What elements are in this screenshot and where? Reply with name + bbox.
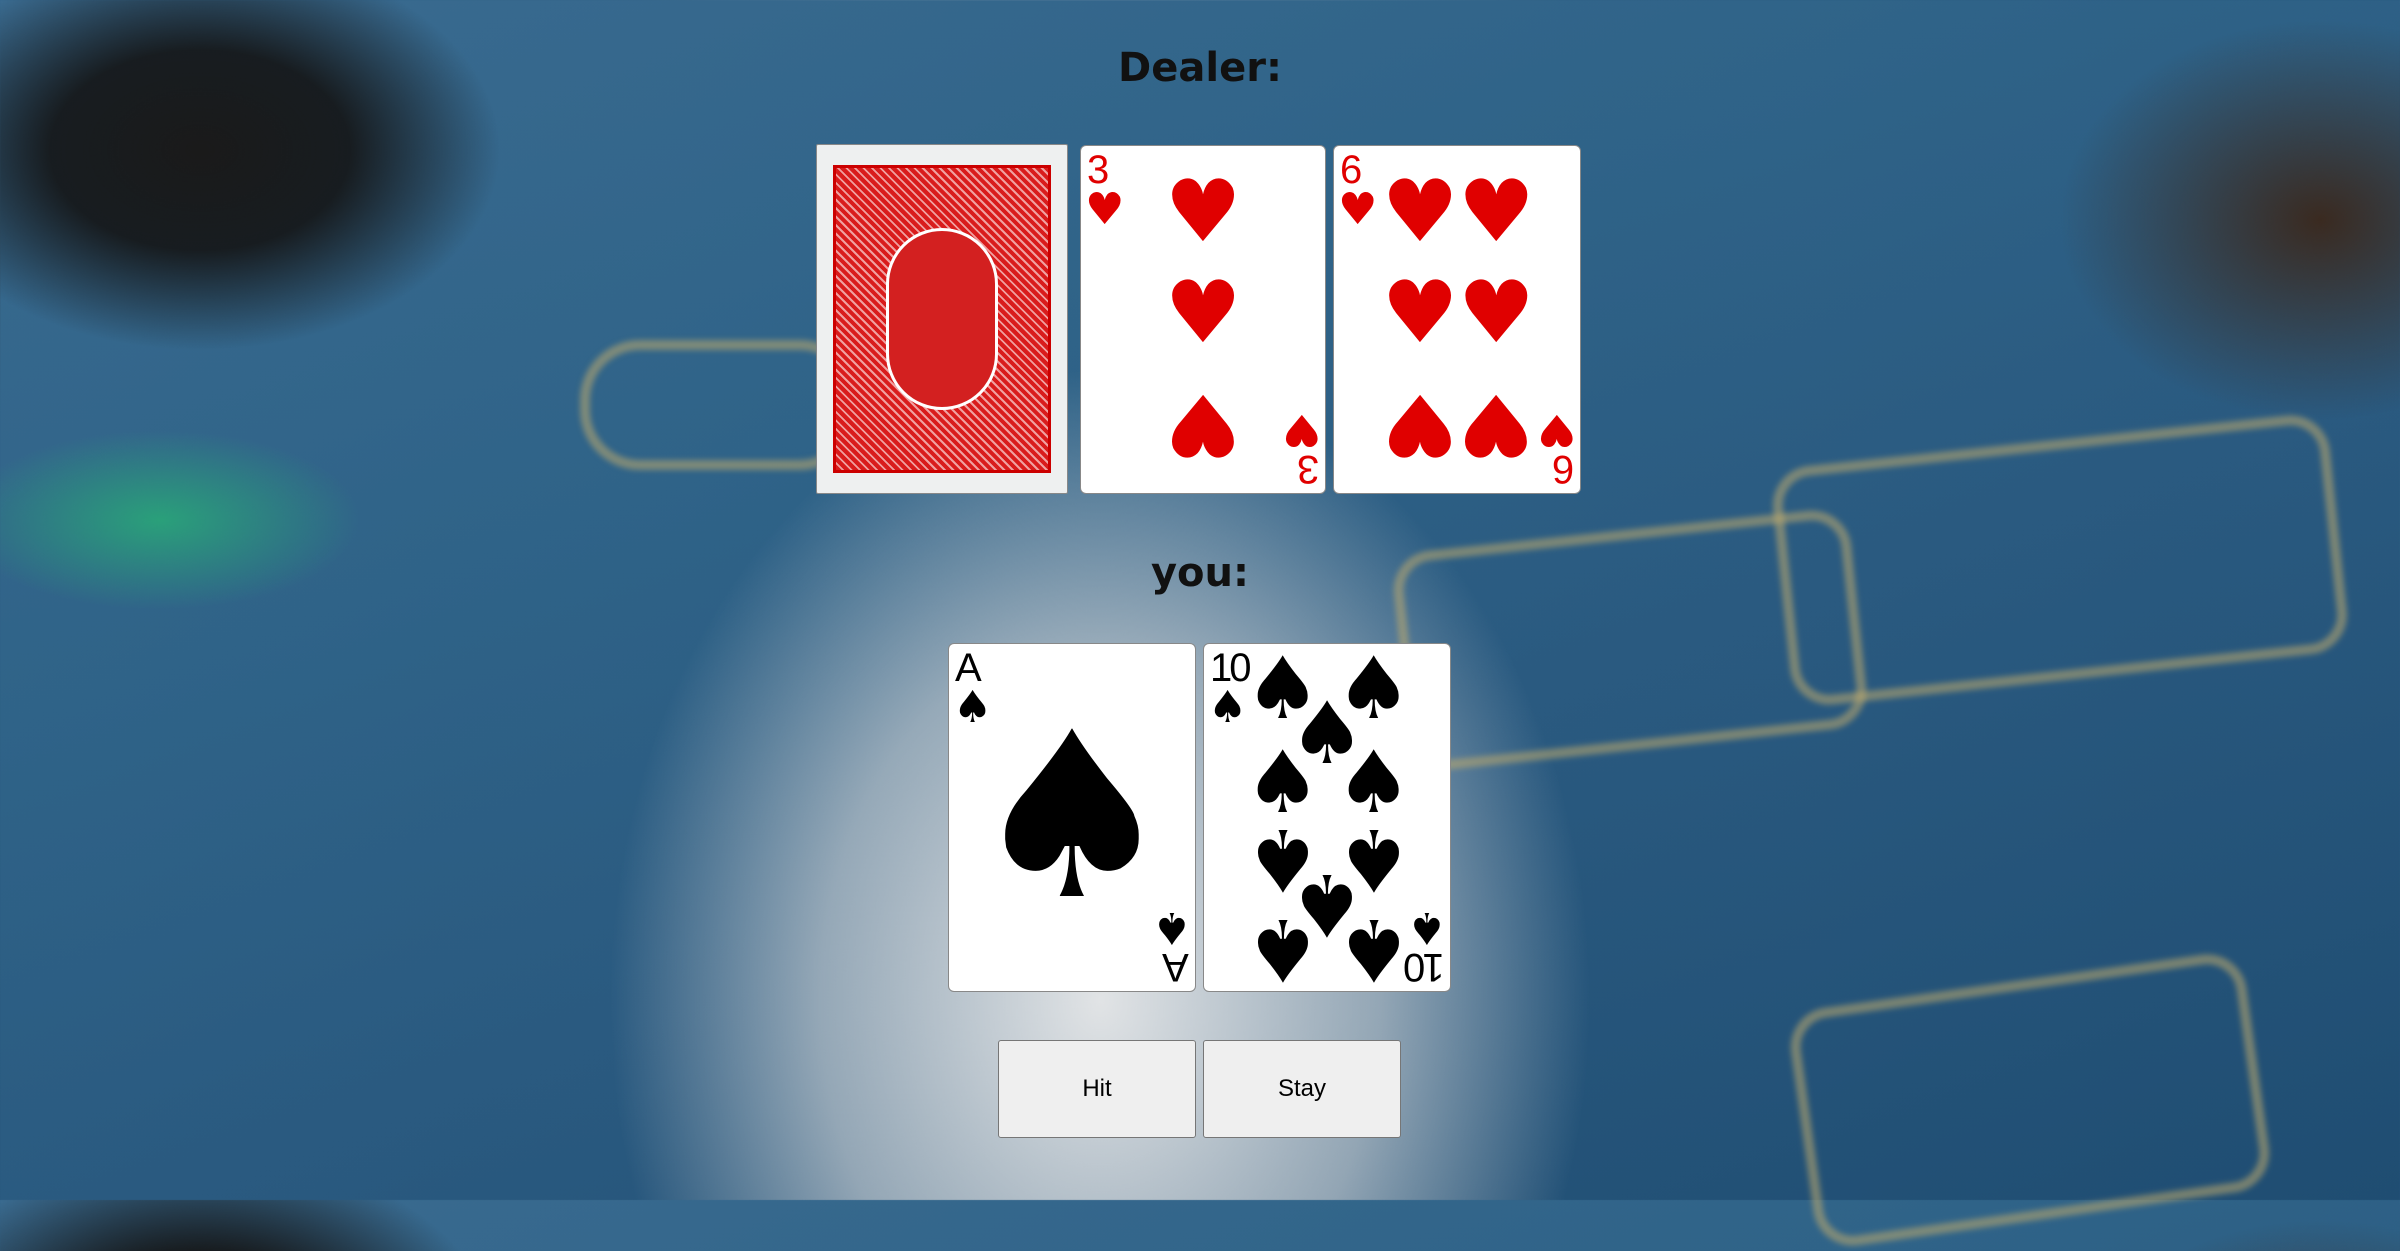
player-card-10-spades: 10 ♠ ♠ ♠ ♠ ♠ ♠ ♠ ♠ ♠ ♠ ♠ ♠ 10 [1203,643,1451,992]
table-marking [1389,506,1871,774]
heart-icon: ♥ [1457,161,1535,262]
spade-icon: ♠ [1406,902,1446,953]
table-marking [1785,949,2275,1251]
heart-icon: ♥ [1457,262,1535,363]
card-back-emblem [886,228,998,410]
heart-icon: ♥ [1457,373,1535,474]
heart-icon: ♥ [1164,262,1242,363]
heart-icon: ♥ [1281,404,1321,455]
card-rank: 3 [1296,447,1319,491]
spade-icon: ♠ [1151,902,1191,953]
heart-icon: ♥ [1536,404,1576,455]
card-rank: 6 [1551,447,1574,491]
heart-icon: ♥ [1381,161,1459,262]
stay-button[interactable]: Stay [1203,1040,1401,1138]
spade-icon: ♠ [1335,899,1413,992]
heart-icon: ♥ [1381,262,1459,363]
card-rank: 10 [1405,945,1445,989]
card-rank: A [1162,945,1189,989]
spade-icon: ♠ [1244,899,1322,992]
heart-icon: ♥ [1338,184,1378,235]
heart-icon: ♥ [1164,161,1242,262]
dealer-card-3-hearts: 3 ♥ ♥ ♥ ♥ ♥ 3 [1080,145,1326,494]
hit-button[interactable]: Hit [998,1040,1196,1138]
player-label: you: [1150,550,1250,596]
card-back-pattern [833,165,1051,473]
heart-icon: ♥ [1381,373,1459,474]
spade-icon: ♠ [968,683,1176,951]
dealer-card-6-hearts: 6 ♥ ♥ ♥ ♥ ♥ ♥ ♥ ♥ 6 [1333,145,1581,494]
player-card-ace-spades: A ♠ ♠ ♠ A [948,643,1196,992]
heart-icon: ♥ [1085,184,1125,235]
dealer-label: Dealer: [1118,45,1282,91]
dealer-card-facedown [816,144,1068,494]
heart-icon: ♥ [1164,373,1242,474]
spade-icon: ♠ [1208,682,1248,733]
